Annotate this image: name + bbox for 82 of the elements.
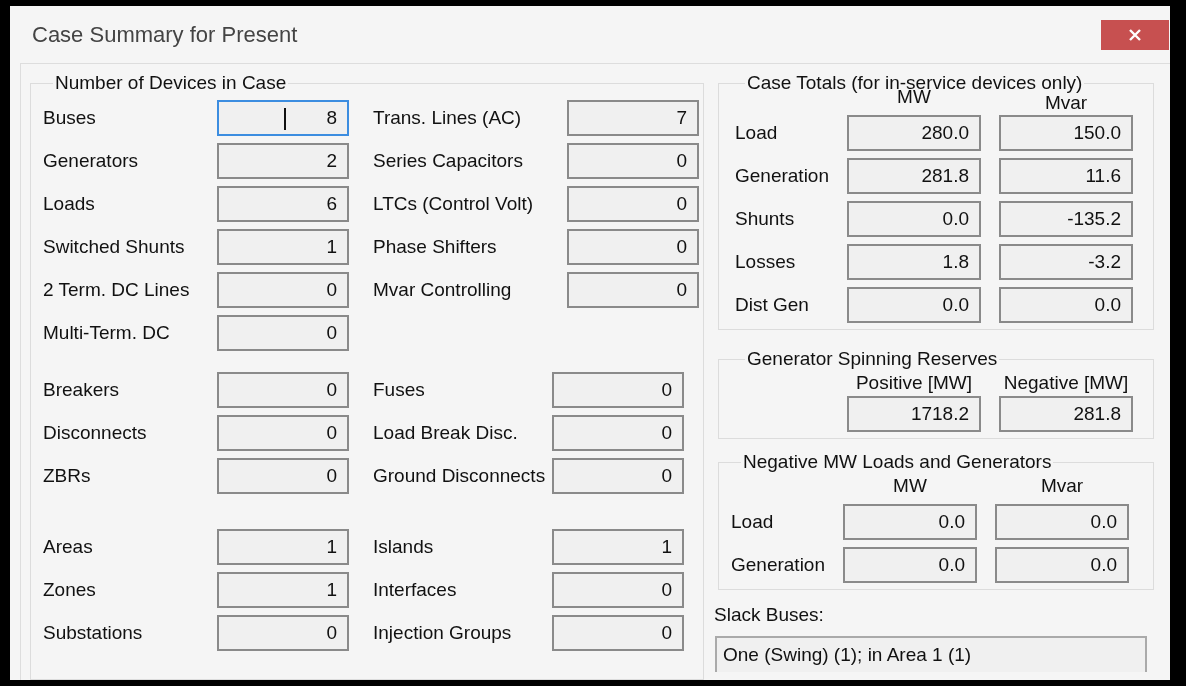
value-field[interactable]: 0.0	[995, 504, 1129, 540]
column-header: Mvar	[1044, 92, 1089, 114]
field-label: 2 Term. DC Lines	[43, 279, 191, 301]
count-field[interactable]: 0	[567, 186, 699, 222]
value-field[interactable]: 150.0	[999, 115, 1133, 151]
field-label: Generators	[43, 150, 140, 172]
count-field[interactable]: 7	[567, 100, 699, 136]
field-label: Loads	[43, 193, 96, 215]
value-field[interactable]: 281.8	[847, 158, 981, 194]
value-field[interactable]: 280.0	[847, 115, 981, 151]
close-button[interactable]	[1101, 19, 1169, 50]
count-field[interactable]: 1	[217, 529, 349, 565]
count-field[interactable]: 0	[217, 272, 349, 308]
field-label: Trans. Lines (AC)	[373, 107, 523, 129]
column-header: MW	[892, 475, 928, 497]
field-label: Phase Shifters	[373, 236, 498, 258]
field-label: Zones	[43, 579, 97, 601]
slack-buses-label: Slack Buses:	[714, 604, 825, 626]
count-field[interactable]: 6	[217, 186, 349, 222]
row-label: Generation	[735, 165, 829, 187]
row-label: Dist Gen	[735, 294, 810, 316]
field-label: Breakers	[43, 379, 121, 401]
row-label: Shunts	[735, 208, 796, 230]
count-field[interactable]: 0	[217, 415, 349, 451]
count-field[interactable]: 0	[567, 143, 699, 179]
close-icon	[1128, 27, 1142, 42]
row-label: Losses	[735, 251, 797, 273]
value-field[interactable]: 0.0	[847, 287, 981, 323]
count-field[interactable]: 1	[552, 529, 684, 565]
group-title: Number of Devices in Case	[54, 72, 288, 94]
count-field[interactable]: 2	[217, 143, 349, 179]
column-header: Positive [MW]	[854, 372, 974, 394]
value-field[interactable]: -135.2	[999, 201, 1133, 237]
field-label: Substations	[43, 622, 144, 644]
column-header: Mvar	[1039, 475, 1085, 497]
count-field[interactable]: 0	[217, 458, 349, 494]
count-field[interactable]: 0	[217, 372, 349, 408]
count-field[interactable]: 1	[217, 572, 349, 608]
value-field[interactable]: 281.8	[999, 396, 1133, 432]
count-field[interactable]: 0	[217, 315, 349, 351]
count-field[interactable]: 0	[567, 229, 699, 265]
value-field[interactable]: 0.0	[847, 201, 981, 237]
value-field[interactable]: 0.0	[843, 547, 977, 583]
row-label: Load	[735, 122, 779, 144]
field-label: Interfaces	[373, 579, 458, 601]
value-field[interactable]: -3.2	[999, 244, 1133, 280]
field-label: Multi-Term. DC	[43, 322, 171, 344]
count-field[interactable]: 0	[552, 415, 684, 451]
count-field[interactable]: 0	[552, 372, 684, 408]
value-field[interactable]: 0.0	[843, 504, 977, 540]
value-field[interactable]: 11.6	[999, 158, 1133, 194]
field-label: Load Break Disc.	[373, 422, 519, 444]
group-title: Generator Spinning Reserves	[746, 348, 999, 370]
window-title: Case Summary for Present	[32, 21, 298, 48]
count-field[interactable]: 1	[217, 229, 349, 265]
field-label: Fuses	[373, 379, 426, 401]
slack-buses-field[interactable]: One (Swing) (1); in Area 1 (1)	[715, 636, 1147, 672]
field-label: Buses	[43, 107, 97, 129]
count-field[interactable]: 0	[552, 615, 684, 651]
field-label: Switched Shunts	[43, 236, 186, 258]
field-label: LTCs (Control Volt)	[373, 193, 535, 215]
count-field[interactable]: 0	[567, 272, 699, 308]
column-header: Negative [MW]	[1002, 372, 1130, 394]
field-label: Injection Groups	[373, 622, 513, 644]
field-label: Areas	[43, 536, 94, 558]
value-field[interactable]: 1.8	[847, 244, 981, 280]
field-label: Islands	[373, 536, 435, 558]
group-title: Negative MW Loads and Generators	[742, 451, 1053, 473]
field-label: Ground Disconnects	[373, 465, 547, 487]
row-label: Generation	[731, 554, 825, 576]
count-field[interactable]: 0	[217, 615, 349, 651]
field-label: ZBRs	[43, 465, 92, 487]
value-field[interactable]: 0.0	[999, 287, 1133, 323]
row-label: Load	[731, 511, 775, 533]
field-label: Series Capacitors	[373, 150, 524, 172]
value-field[interactable]: 0.0	[995, 547, 1129, 583]
field-label: Mvar Controlling	[373, 279, 513, 301]
value-field[interactable]: 1718.2	[847, 396, 981, 432]
count-field[interactable]: 0	[552, 572, 684, 608]
count-field[interactable]: 0	[552, 458, 684, 494]
count-field[interactable]: 8	[217, 100, 349, 136]
field-label: Disconnects	[43, 422, 148, 444]
